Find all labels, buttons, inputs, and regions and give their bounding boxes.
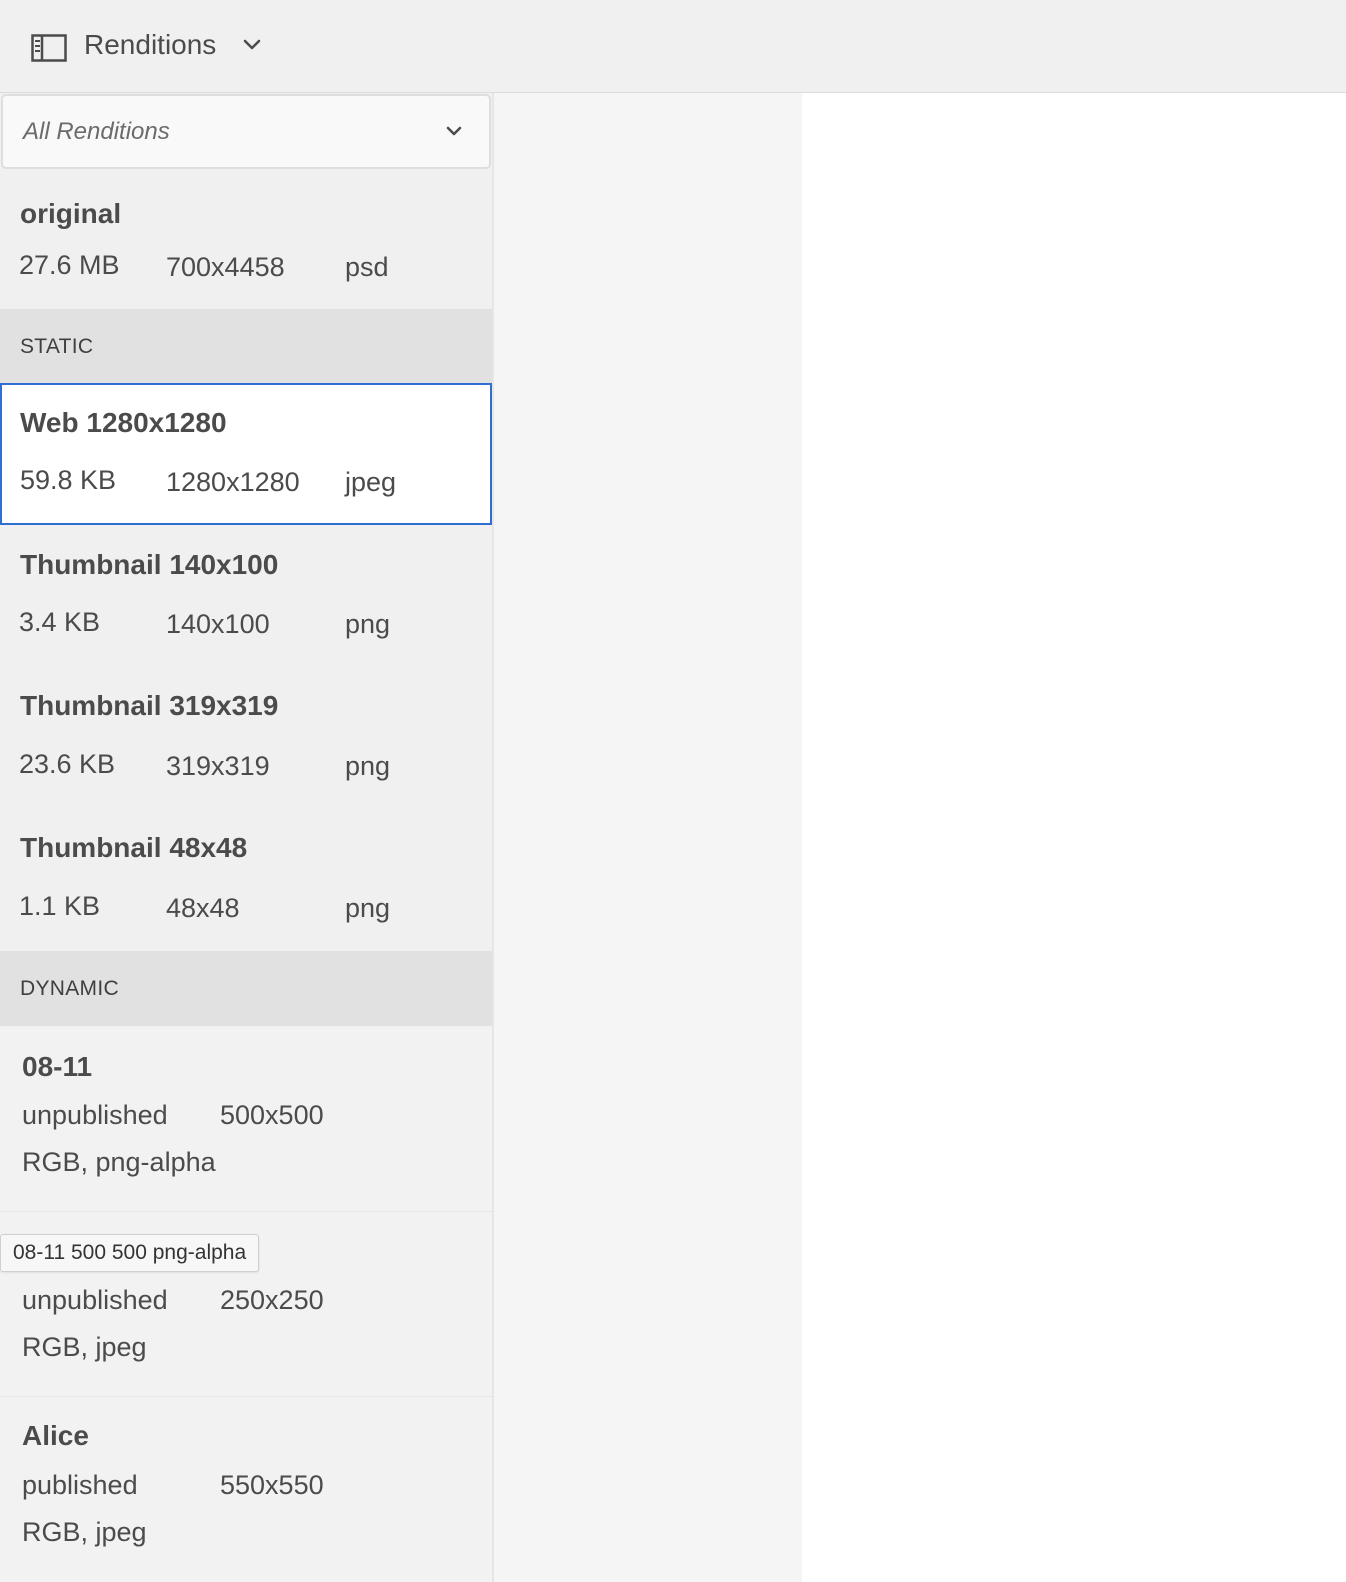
empty-column <box>494 93 802 1582</box>
panel-switcher-title[interactable]: Renditions <box>84 27 216 63</box>
rendition-original[interactable]: original 27.6 MB 700x4458 psd <box>0 168 492 308</box>
rendition-dimensions: 550x550 <box>220 1470 324 1500</box>
rendition-size: 3.4 KB <box>19 607 101 637</box>
renditions-panel: All Renditions original 27.6 MB 700x4458… <box>0 93 494 1582</box>
rendition-size: 23.6 KB <box>19 749 116 779</box>
chevron-down-icon[interactable] <box>445 125 463 139</box>
section-label: STATIC <box>20 335 94 358</box>
chevron-down-icon[interactable] <box>242 38 262 52</box>
rendition-format: png <box>345 609 391 639</box>
rendition-dimensions: 700x4458 <box>166 252 285 282</box>
rendition-name: original <box>20 198 122 229</box>
rendition-tooltip: 08-11 500 500 png-alpha <box>0 1234 260 1272</box>
rendition-dynamic-08-11[interactable]: 08-11 unpublished 500x500 RGB, png-alpha <box>0 1027 492 1212</box>
preview-area <box>802 93 1346 1582</box>
rendition-dimensions: 250x250 <box>220 1285 324 1315</box>
rendition-dimensions: 1280x1280 <box>166 467 300 497</box>
rendition-dimensions: 319x319 <box>166 751 270 781</box>
rendition-status: unpublished <box>22 1100 168 1130</box>
rendition-name: Thumbnail 140x100 <box>20 549 279 580</box>
rendition-size: 27.6 MB <box>19 250 120 280</box>
rendition-thumbnail-48[interactable]: Thumbnail 48x48 1.1 KB 48x48 png <box>0 809 492 951</box>
section-header-dynamic: DYNAMIC <box>0 951 492 1026</box>
rendition-format: RGB, jpeg <box>22 1517 147 1547</box>
rendition-format: png <box>345 751 391 781</box>
section-label: DYNAMIC <box>20 977 119 1000</box>
rendition-format: RGB, png-alpha <box>22 1147 216 1177</box>
rendition-dimensions: 500x500 <box>220 1100 324 1130</box>
rendition-name: Alice <box>22 1420 89 1451</box>
rendition-status: published <box>22 1470 138 1500</box>
rendition-format: RGB, jpeg <box>22 1332 147 1362</box>
rendition-name: Web 1280x1280 <box>20 407 227 438</box>
renditions-filter-select[interactable]: All Renditions <box>1 94 491 169</box>
rendition-size: 1.1 KB <box>19 891 101 921</box>
rendition-format: jpeg <box>345 467 397 497</box>
renditions-filter-value: All Renditions <box>23 118 170 145</box>
rendition-web-1280[interactable]: Web 1280x1280 59.8 KB 1280x1280 jpeg <box>0 383 492 525</box>
top-bar: Renditions <box>0 0 1346 93</box>
rendition-format: png <box>345 893 391 923</box>
rendition-dimensions: 48x48 <box>166 893 240 923</box>
rendition-name: Thumbnail 319x319 <box>20 690 279 721</box>
rendition-name: 08-11 <box>22 1051 93 1082</box>
section-header-static: STATIC <box>0 309 492 384</box>
rendition-thumbnail-140[interactable]: Thumbnail 140x100 3.4 KB 140x100 png <box>0 525 492 667</box>
rendition-status: unpublished <box>22 1285 168 1315</box>
panel-rail-icon[interactable] <box>31 34 67 62</box>
rendition-thumbnail-319[interactable]: Thumbnail 319x319 23.6 KB 319x319 png <box>0 667 492 809</box>
rendition-dimensions: 140x100 <box>166 609 270 639</box>
rendition-format: psd <box>345 252 389 282</box>
rendition-size: 59.8 KB <box>20 465 117 495</box>
rendition-dynamic-alice[interactable]: Alice published 550x550 RGB, jpeg <box>0 1397 492 1582</box>
rendition-name: Thumbnail 48x48 <box>20 832 248 863</box>
